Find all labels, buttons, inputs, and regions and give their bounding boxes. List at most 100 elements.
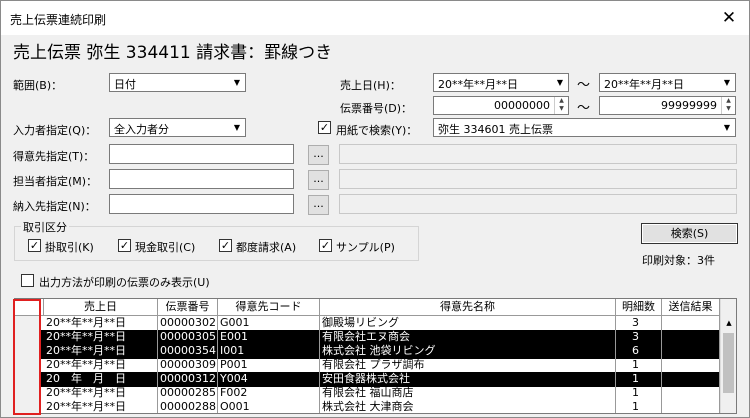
cell-res	[662, 386, 720, 401]
sales-date-label: 売上日(H)：	[340, 79, 401, 92]
table-header: 売上日 伝票番号 得意先コード 得意先名称 明細数 送信結果	[15, 299, 720, 316]
chevron-down-icon: ▼	[556, 78, 564, 87]
slip-no-from[interactable]: 00000000 ▲ ▼	[433, 96, 569, 115]
cell-date: 20 年 月 日	[44, 372, 158, 387]
customer-label: 得意先指定(T)：	[13, 150, 95, 163]
cell-code: I001	[218, 344, 320, 359]
table-row[interactable]: 20 年 月 日 00000312 Y004 安田食器株式会社 1	[15, 372, 720, 387]
spin-updown-icon[interactable]: ▲ ▼	[721, 97, 735, 114]
cell-code: G001	[218, 316, 320, 331]
credit-checkbox[interactable]: ✓	[28, 239, 41, 252]
sales-date-from-value: 20**年**月**日	[438, 78, 518, 91]
table-row[interactable]: 20**年**月**日 00000302 G001 御殿場リビング 3	[15, 316, 720, 331]
staff-browse-button[interactable]: ...	[308, 170, 329, 190]
slip-no-from-value: 00000000	[494, 99, 550, 112]
cell-count: 1	[616, 358, 662, 373]
cash-checkbox[interactable]: ✓	[118, 239, 131, 252]
date-tilde: ～	[577, 78, 591, 93]
cell-count: 1	[616, 400, 662, 413]
cell-code: E001	[218, 330, 320, 345]
cell-code: P001	[218, 358, 320, 373]
slip-table: 売上日 伝票番号 得意先コード 得意先名称 明細数 送信結果 20**年**月*…	[14, 298, 737, 414]
each-invoice-label: 都度請求(A)	[236, 241, 297, 254]
delivery-browse-button[interactable]: ...	[308, 195, 329, 215]
print-target-count: 印刷対象：3件	[642, 254, 715, 267]
cell-date: 20**年**月**日	[44, 316, 158, 331]
paper-select[interactable]: 弥生 334601 売上伝票 ▼	[433, 118, 736, 137]
only-print-checkbox[interactable]	[21, 274, 34, 287]
cell-date: 20**年**月**日	[44, 400, 158, 413]
staff-input[interactable]	[109, 169, 294, 189]
slip-tilde: ～	[577, 101, 591, 116]
sales-date-to[interactable]: 20**年**月**日 ▼	[599, 73, 736, 92]
table-row[interactable]: 20**年**月**日 00000305 E001 有限会社エヌ商会 3	[15, 330, 720, 345]
cell-date: 20**年**月**日	[44, 330, 158, 345]
customer-input[interactable]	[109, 144, 294, 164]
spin-updown-icon[interactable]: ▲ ▼	[554, 97, 568, 114]
cell-no: 00000309	[160, 358, 218, 373]
col-customer-name[interactable]: 得意先名称	[320, 299, 616, 316]
table-row[interactable]: 20**年**月**日 00000309 P001 有限会社 プラザ調布 1	[15, 358, 720, 373]
cell-no: 00000302	[160, 316, 218, 331]
table-row[interactable]: 20**年**月**日 00000285 F002 有限会社 福山商店 1	[15, 386, 720, 401]
col-slip-no[interactable]: 伝票番号	[158, 299, 218, 316]
cell-no: 00000288	[160, 400, 218, 413]
range-select[interactable]: 日付 ▼	[109, 73, 246, 92]
slip-no-to[interactable]: 99999999 ▲ ▼	[599, 96, 736, 115]
title-bar: 売上伝票連続印刷 ✕	[1, 1, 749, 35]
cell-name: 安田食器株式会社	[320, 372, 616, 387]
cell-name: 有限会社エヌ商会	[320, 330, 616, 345]
sample-checkbox[interactable]: ✓	[319, 239, 332, 252]
col-date[interactable]: 売上日	[44, 299, 158, 316]
cell-count: 3	[616, 330, 662, 345]
cash-label: 現金取引(C)	[135, 241, 196, 254]
range-label: 範囲(B)：	[13, 79, 63, 92]
sales-date-from[interactable]: 20**年**月**日 ▼	[433, 73, 569, 92]
table-row[interactable]: 20**年**月**日 00000354 I001 株式会社 池袋リビング 6	[15, 344, 720, 359]
table-row[interactable]: 20**年**月**日 00000288 O001 株式会社 大津商会 1	[15, 400, 720, 413]
search-button[interactable]: 検索(S)	[641, 223, 738, 244]
cell-count: 6	[616, 344, 662, 359]
delivery-name-field	[339, 194, 737, 214]
cell-count: 3	[616, 316, 662, 331]
cell-name: 御殿場リビング	[320, 316, 616, 331]
cell-count: 1	[616, 372, 662, 387]
cell-no: 00000354	[160, 344, 218, 359]
sales-date-to-value: 20**年**月**日	[604, 78, 684, 91]
cell-name: 有限会社 プラザ調布	[320, 358, 616, 373]
col-customer-code[interactable]: 得意先コード	[218, 299, 320, 316]
chevron-down-icon: ▼	[723, 78, 731, 87]
paper-value: 弥生 334601 売上伝票	[438, 123, 553, 136]
transaction-type-group: 取引区分 ✓ 掛取引(K) ✓ 現金取引(C) ✓ 都度請求(A) ✓ サンプル…	[14, 219, 419, 261]
each-invoice-checkbox[interactable]: ✓	[219, 239, 232, 252]
inputter-value: 全入力者分	[114, 123, 169, 136]
paper-search-checkbox[interactable]: ✓	[318, 121, 331, 134]
scroll-thumb[interactable]	[723, 333, 734, 393]
cell-no: 00000285	[160, 386, 218, 401]
delivery-label: 納入先指定(N)：	[13, 200, 96, 213]
vertical-scrollbar[interactable]: ▲	[720, 299, 736, 413]
customer-browse-button[interactable]: ...	[308, 145, 329, 165]
staff-label: 担当者指定(M)：	[13, 175, 98, 188]
scroll-up-icon[interactable]: ▲	[721, 316, 736, 331]
cell-no: 00000312	[160, 372, 218, 387]
cell-res	[662, 316, 720, 331]
print-dialog: 売上伝票連続印刷 ✕ 売上伝票 弥生 334411 請求書：罫線つき 範囲(B)…	[0, 0, 750, 418]
paper-search-label: 用紙で検索(Y)：	[336, 124, 418, 137]
sample-label: サンプル(P)	[336, 241, 395, 254]
slip-no-to-value: 99999999	[661, 99, 717, 112]
cell-code: Y004	[218, 372, 320, 387]
close-icon[interactable]: ✕	[719, 8, 739, 28]
cell-code: O001	[218, 400, 320, 413]
cell-res	[662, 400, 720, 413]
customer-name-field	[339, 144, 737, 164]
delivery-input[interactable]	[109, 194, 294, 214]
page-title: 売上伝票 弥生 334411 請求書：罫線つき	[13, 43, 333, 63]
col-send-result[interactable]: 送信結果	[662, 299, 720, 316]
slip-no-label: 伝票番号(D)：	[340, 102, 413, 115]
inputter-select[interactable]: 全入力者分 ▼	[109, 118, 246, 137]
col-detail-count[interactable]: 明細数	[616, 299, 662, 316]
cell-no: 00000305	[160, 330, 218, 345]
chevron-down-icon: ▼	[233, 78, 241, 87]
cell-count: 1	[616, 386, 662, 401]
